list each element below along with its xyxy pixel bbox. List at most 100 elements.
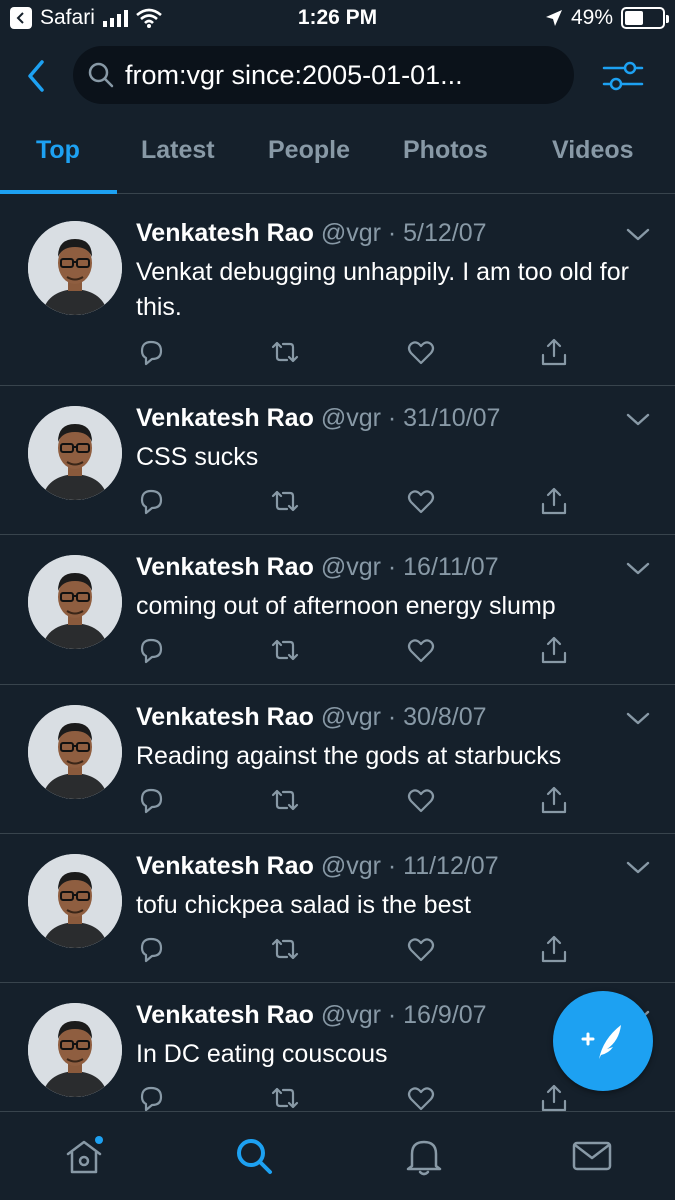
separator-dot: · <box>380 851 404 880</box>
avatar-portrait <box>28 221 122 315</box>
author-handle[interactable]: @vgr <box>321 852 381 880</box>
separator-dot: · <box>380 553 404 582</box>
chevron-down-icon[interactable] <box>624 410 652 430</box>
share-icon[interactable] <box>539 1083 569 1111</box>
author-name[interactable]: Venkatesh Rao <box>136 1001 314 1029</box>
author-handle[interactable]: @vgr <box>321 404 381 432</box>
retweet-icon[interactable] <box>270 337 300 367</box>
author-handle[interactable]: @vgr <box>321 703 381 731</box>
retweet-icon[interactable] <box>270 635 300 665</box>
avatar[interactable] <box>28 555 122 650</box>
status-bar: Safari 1:26 PM 49% <box>0 0 675 38</box>
author-name[interactable]: Venkatesh Rao <box>136 404 314 432</box>
tab-latest[interactable]: Latest <box>141 136 215 165</box>
share-icon[interactable] <box>539 934 569 964</box>
battery-icon <box>621 7 669 29</box>
share-icon[interactable] <box>539 337 569 367</box>
search-icon <box>88 62 114 88</box>
status-right: 49% <box>545 6 669 30</box>
tweet-header: Venkatesh Rao @vgr · 31/10/07 <box>136 404 500 433</box>
heart-icon[interactable] <box>406 337 436 367</box>
heart-icon[interactable] <box>406 486 436 516</box>
tweet-date[interactable]: 16/11/07 <box>403 553 498 581</box>
author-handle[interactable]: @vgr <box>321 553 381 581</box>
author-name[interactable]: Venkatesh Rao <box>136 703 314 731</box>
tweet-actions <box>136 785 576 817</box>
chevron-down-icon[interactable] <box>624 225 652 245</box>
tweet-actions <box>136 1083 576 1111</box>
avatar[interactable] <box>28 704 122 799</box>
search-filter-icon[interactable] <box>600 56 646 96</box>
heart-icon[interactable] <box>406 635 436 665</box>
tweet-date[interactable]: 16/9/07 <box>403 1001 486 1029</box>
search-tabs: Top Latest People Photos Videos <box>0 116 675 194</box>
compose-tweet-button[interactable] <box>553 991 653 1091</box>
avatar-portrait <box>28 406 122 500</box>
tweet-feed[interactable]: Venkatesh Rao @vgr · 5/12/07 Venkat debu… <box>0 201 675 1111</box>
separator-dot: · <box>380 702 404 731</box>
battery-fill <box>625 11 643 25</box>
chevron-down-icon[interactable] <box>624 559 652 579</box>
tweet-date[interactable]: 30/8/07 <box>403 703 486 731</box>
avatar-portrait <box>28 704 122 799</box>
avatar[interactable] <box>28 853 122 948</box>
tweet-header: Venkatesh Rao @vgr · 11/12/07 <box>136 852 499 881</box>
tweet[interactable]: Venkatesh Rao @vgr · 5/12/07 Venkat debu… <box>0 201 675 386</box>
tweet-header: Venkatesh Rao @vgr · 30/8/07 <box>136 703 487 732</box>
author-name[interactable]: Venkatesh Rao <box>136 553 314 581</box>
search-input[interactable]: from:vgr since:2005-01-01... <box>73 46 574 104</box>
messages-envelope-icon[interactable] <box>570 1134 614 1178</box>
heart-icon[interactable] <box>406 934 436 964</box>
chevron-down-icon[interactable] <box>624 858 652 878</box>
reply-icon[interactable] <box>136 785 166 815</box>
tab-people[interactable]: People <box>268 136 350 165</box>
tweet[interactable]: Venkatesh Rao @vgr · 16/11/07 coming out… <box>0 535 675 685</box>
tweet-date[interactable]: 5/12/07 <box>403 219 486 247</box>
tab-videos[interactable]: Videos <box>552 136 634 165</box>
tweet[interactable]: Venkatesh Rao @vgr · 30/8/07 Reading aga… <box>0 685 675 834</box>
tab-top[interactable]: Top <box>36 136 80 165</box>
avatar[interactable] <box>28 1003 122 1098</box>
reply-icon[interactable] <box>136 486 166 516</box>
tweet-actions <box>136 934 576 966</box>
retweet-icon[interactable] <box>270 785 300 815</box>
retweet-icon[interactable] <box>270 1083 300 1111</box>
home-icon[interactable] <box>62 1134 106 1178</box>
retweet-icon[interactable] <box>270 486 300 516</box>
back-arrow-icon[interactable] <box>20 56 52 96</box>
chevron-down-icon[interactable] <box>624 709 652 729</box>
active-tab-indicator <box>0 190 117 194</box>
retweet-icon[interactable] <box>270 934 300 964</box>
avatar[interactable] <box>28 406 122 500</box>
tweet-actions <box>136 486 576 518</box>
tweet-header: Venkatesh Rao @vgr · 16/11/07 <box>136 553 499 582</box>
reply-icon[interactable] <box>136 934 166 964</box>
author-name[interactable]: Venkatesh Rao <box>136 219 314 247</box>
tweet-text: coming out of afternoon energy slump <box>136 592 556 621</box>
share-icon[interactable] <box>539 635 569 665</box>
author-handle[interactable]: @vgr <box>321 1001 381 1029</box>
reply-icon[interactable] <box>136 337 166 367</box>
tweet-actions <box>136 635 576 667</box>
tweet-date[interactable]: 11/12/07 <box>403 852 498 880</box>
tab-photos[interactable]: Photos <box>403 136 488 165</box>
reply-icon[interactable] <box>136 635 166 665</box>
share-icon[interactable] <box>539 486 569 516</box>
tweet[interactable]: Venkatesh Rao @vgr · 11/12/07 tofu chick… <box>0 834 675 984</box>
tweet-text: tofu chickpea salad is the best <box>136 890 471 919</box>
tweet[interactable]: Venkatesh Rao @vgr · 31/10/07 CSS sucks <box>0 386 675 536</box>
search-header: from:vgr since:2005-01-01... <box>0 38 675 116</box>
separator-dot: · <box>380 404 404 432</box>
search-nav-icon[interactable] <box>232 1134 276 1178</box>
heart-icon[interactable] <box>406 785 436 815</box>
avatar[interactable] <box>28 221 122 315</box>
notifications-bell-icon[interactable] <box>402 1134 446 1178</box>
battery-percent: 49% <box>570 6 613 29</box>
share-icon[interactable] <box>539 785 569 815</box>
heart-icon[interactable] <box>406 1083 436 1111</box>
reply-icon[interactable] <box>136 1083 166 1111</box>
tweet-date[interactable]: 31/10/07 <box>403 404 500 432</box>
author-handle[interactable]: @vgr <box>321 219 381 247</box>
tweet-actions <box>136 337 576 369</box>
author-name[interactable]: Venkatesh Rao <box>136 852 314 880</box>
